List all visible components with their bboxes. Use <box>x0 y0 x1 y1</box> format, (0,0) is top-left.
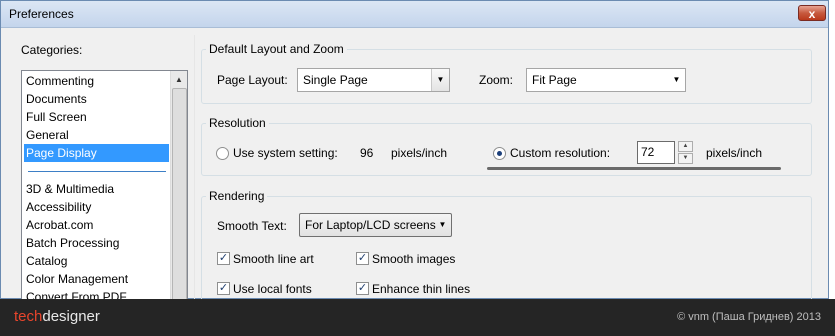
stepper-down-icon[interactable]: ▼ <box>678 153 693 164</box>
close-icon: x <box>808 7 816 21</box>
resolution-stepper[interactable]: ▲ ▼ <box>678 141 693 164</box>
scrollbar-thumb[interactable] <box>172 88 187 304</box>
enhance-thin-lines-checkbox[interactable]: ✓ <box>356 282 369 295</box>
page-layout-label: Page Layout: <box>217 73 288 87</box>
title-bar: Preferences x <box>1 1 828 28</box>
chevron-down-icon: ▼ <box>431 69 449 91</box>
custom-resolution-input[interactable]: 72 <box>637 141 675 164</box>
enhance-thin-lines-label[interactable]: Enhance thin lines <box>372 282 470 296</box>
category-item-3d-multimedia[interactable]: 3D & Multimedia <box>26 180 114 198</box>
layout-zoom-title: Default Layout and Zoom <box>206 42 347 56</box>
system-setting-radio[interactable] <box>216 147 229 160</box>
category-item-batch-processing[interactable]: Batch Processing <box>26 234 119 252</box>
category-item-acrobat-com[interactable]: Acrobat.com <box>26 216 93 234</box>
smooth-text-label: Smooth Text: <box>217 219 287 233</box>
category-separator <box>28 171 166 172</box>
category-item-commenting[interactable]: Commenting <box>26 72 94 90</box>
copyright-text: © vnm (Паша Гриднев) 2013 <box>677 311 821 323</box>
zoom-select[interactable]: Fit Page ▼ <box>526 68 686 92</box>
smooth-images-checkbox[interactable]: ✓ <box>356 252 369 265</box>
watermark-footer: techdesigner © vnm (Паша Гриднев) 2013 <box>0 299 835 336</box>
categories-label: Categories: <box>21 43 83 57</box>
use-local-fonts-checkbox[interactable]: ✓ <box>217 282 230 295</box>
system-setting-label[interactable]: Use system setting: <box>233 146 338 160</box>
category-item-full-screen[interactable]: Full Screen <box>26 108 87 126</box>
smooth-line-art-checkbox[interactable]: ✓ <box>217 252 230 265</box>
smooth-images-label[interactable]: Smooth images <box>372 252 455 266</box>
zoom-label: Zoom: <box>479 73 514 87</box>
category-item-page-display[interactable]: Page Display <box>24 144 169 162</box>
page-layout-select[interactable]: Single Page ▼ <box>297 68 450 92</box>
preferences-window: Preferences x Categories: Commenting Doc… <box>0 0 829 308</box>
category-item-general[interactable]: General <box>26 126 69 144</box>
highlight-underline <box>487 167 781 170</box>
smooth-line-art-label[interactable]: Smooth line art <box>233 252 314 266</box>
custom-resolution-unit: pixels/inch <box>706 146 763 160</box>
smooth-text-select[interactable]: For Laptop/LCD screens ▼ <box>299 213 452 237</box>
zoom-value: Fit Page <box>532 73 577 87</box>
window-title: Preferences <box>9 7 74 21</box>
brand-logo: techdesigner <box>14 308 100 325</box>
radio-selected-dot <box>497 151 502 156</box>
chevron-down-icon: ▼ <box>672 75 681 84</box>
custom-resolution-radio[interactable] <box>493 147 506 160</box>
resolution-title: Resolution <box>206 116 269 130</box>
close-button[interactable]: x <box>798 5 826 21</box>
categories-list[interactable]: Commenting Documents Full Screen General… <box>21 70 188 305</box>
page-layout-value: Single Page <box>303 73 368 87</box>
custom-resolution-label[interactable]: Custom resolution: <box>510 146 610 160</box>
use-local-fonts-label[interactable]: Use local fonts <box>233 282 312 296</box>
system-resolution-unit: pixels/inch <box>391 146 448 160</box>
scroll-up-icon[interactable]: ▲ <box>171 71 187 88</box>
brand-logo-tech: tech <box>14 308 43 325</box>
categories-scrollbar[interactable]: ▲ <box>170 71 187 304</box>
chevron-down-icon: ▼ <box>438 220 447 229</box>
panel-divider <box>194 35 195 300</box>
category-item-documents[interactable]: Documents <box>26 90 87 108</box>
smooth-text-value: For Laptop/LCD screens <box>305 218 436 232</box>
category-item-color-management[interactable]: Color Management <box>26 270 128 288</box>
category-item-catalog[interactable]: Catalog <box>26 252 67 270</box>
system-resolution-value: 96 <box>360 146 374 160</box>
brand-logo-designer: designer <box>42 308 100 325</box>
rendering-title: Rendering <box>206 189 268 203</box>
stepper-up-icon[interactable]: ▲ <box>678 141 693 152</box>
background-strip <box>829 0 835 299</box>
category-item-accessibility[interactable]: Accessibility <box>26 198 91 216</box>
